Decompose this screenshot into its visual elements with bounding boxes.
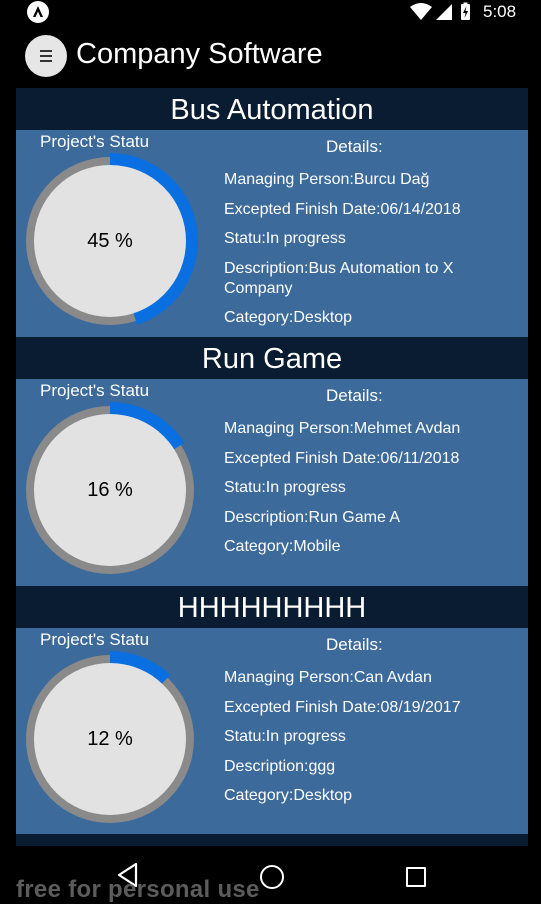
home-icon[interactable]	[260, 865, 284, 889]
project-name: HHHHHHHHH	[16, 586, 528, 628]
project-category: Category:Desktop	[224, 787, 353, 804]
project-category: Category:Desktop	[224, 309, 353, 326]
project-description: Description:Bus Automation to X Company	[224, 260, 454, 297]
battery-charging-icon	[461, 2, 470, 20]
recent-apps-icon[interactable]	[406, 867, 426, 887]
project-status-label: Project's Statu	[40, 630, 150, 649]
finish-date: Excepted Finish Date:06/14/2018	[224, 201, 461, 218]
finish-date: Excepted Finish Date:06/11/2018	[224, 450, 460, 467]
progress-percent: 12 %	[87, 728, 133, 750]
project-name: Bus Automation	[16, 88, 528, 130]
project-card[interactable]: Bus Automation Project's Statu 45 % Deta…	[16, 88, 528, 337]
cell-signal-icon	[436, 4, 452, 20]
project-statu: Statu:In progress	[224, 230, 346, 247]
next-project-header-partial	[16, 834, 528, 846]
wifi-icon	[410, 3, 432, 20]
project-body: Project's Statu 16 % Details: Managing P…	[16, 379, 528, 586]
managing-person: Managing Person:Can Avdan	[224, 669, 432, 686]
app-bar: Company Software	[0, 24, 541, 88]
details-title: Details:	[326, 635, 383, 654]
status-bar: 5:08	[0, 0, 541, 24]
app-notification-icon	[27, 1, 49, 23]
project-card[interactable]: Run Game Project's Statu 16 % Details: M…	[16, 337, 528, 586]
app-title: Company Software	[76, 38, 323, 70]
project-status-label: Project's Statu	[40, 132, 150, 151]
progress-percent: 16 %	[87, 479, 133, 501]
status-icons	[410, 2, 470, 20]
details-title: Details:	[326, 137, 383, 156]
project-list[interactable]: Bus Automation Project's Statu 45 % Deta…	[16, 88, 528, 835]
project-statu: Statu:In progress	[224, 728, 346, 745]
project-category: Category:Mobile	[224, 538, 341, 555]
menu-icon	[40, 50, 52, 52]
project-status-label: Project's Statu	[40, 381, 150, 400]
progress-percent: 45 %	[87, 230, 133, 252]
project-card[interactable]: HHHHHHHHH Project's Statu 12 % Details: …	[16, 586, 528, 835]
project-description: Description:Run Game A	[224, 509, 401, 526]
project-name: Run Game	[16, 337, 528, 379]
project-description: Description:ggg	[224, 758, 336, 775]
finish-date: Excepted Finish Date:08/19/2017	[224, 699, 461, 716]
managing-person: Managing Person:Burcu Dağ	[224, 171, 430, 188]
project-body: Project's Statu 45 % Details: Managing P…	[16, 130, 528, 337]
menu-button[interactable]	[25, 35, 67, 77]
project-statu: Statu:In progress	[224, 479, 346, 496]
watermark: free for personal use	[16, 876, 260, 903]
status-time: 5:08	[483, 2, 517, 21]
details-title: Details:	[326, 386, 383, 405]
managing-person: Managing Person:Mehmet Avdan	[224, 420, 461, 437]
project-body: Project's Statu 12 % Details: Managing P…	[16, 628, 528, 835]
